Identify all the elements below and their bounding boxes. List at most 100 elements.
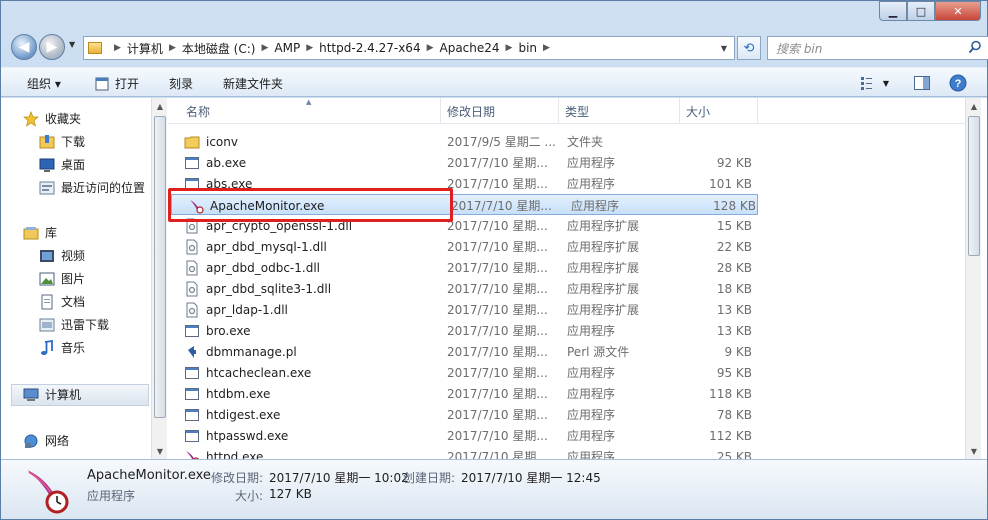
scrollbar-thumb[interactable] [968, 116, 980, 256]
chevron-right-icon[interactable]: ▶ [543, 43, 550, 53]
table-row[interactable]: htdigest.exe 2017/7/10 星期... 应用程序 78 KB [168, 404, 965, 425]
chevron-right-icon[interactable]: ▶ [427, 43, 434, 53]
table-row[interactable]: httpd.exe 2017/7/10 星期... 应用程序 25 KB [168, 446, 965, 459]
nav-videos[interactable]: 视频 [39, 247, 85, 264]
table-row[interactable]: apr_dbd_mysql-1.dll 2017/7/10 星期... 应用程序扩展… [168, 236, 965, 257]
help-button[interactable]: ? [947, 73, 969, 93]
search-placeholder: 搜索 bin [776, 41, 823, 56]
nav-documents[interactable]: 文档 [39, 293, 85, 310]
table-row[interactable]: ApacheMonitor.exe 2017/7/10 星期... 应用程序 128 … [171, 194, 758, 215]
burn-button[interactable]: 刻录 [169, 75, 193, 92]
scroll-down-arrow[interactable]: ▼ [152, 443, 168, 459]
refresh-button[interactable]: ⟲ [737, 36, 761, 60]
breadcrumb: ▶ 计算机 ▶ 本地磁盘 (C:) ▶ AMP ▶ httpd-2.4.27-x… [108, 40, 556, 57]
table-row[interactable]: htcacheclean.exe 2017/7/10 星期... 应用程序 95 KB [168, 362, 965, 383]
breadcrumb-httpd[interactable]: httpd-2.4.27-x64 [319, 41, 420, 55]
table-row[interactable]: apr_dbd_sqlite3-1.dll 2017/7/10 星期... 应用程序… [168, 278, 965, 299]
table-row[interactable]: dbmmanage.pl 2017/7/10 星期... Perl 源文件 9 KB [168, 341, 965, 362]
file-type-cell: Perl 源文件 [567, 345, 630, 359]
column-size[interactable]: 大小 [680, 98, 758, 124]
nav-pictures[interactable]: 图片 [39, 270, 85, 287]
view-options-button[interactable]: ▼ [857, 73, 893, 93]
scroll-down-arrow[interactable]: ▼ [966, 443, 982, 459]
file-size-cell: 15 KB [716, 218, 752, 233]
back-button[interactable]: ◀ [11, 34, 37, 60]
nav-music[interactable]: 音乐 [39, 339, 85, 356]
file-size-cell: 9 KB [724, 344, 752, 359]
breadcrumb-local-disk[interactable]: 本地磁盘 (C:) [182, 40, 256, 57]
command-bar: 组织 ▾ 打开 刻录 新建文件夹 ▼ ? [1, 67, 987, 97]
address-history-dropdown[interactable]: ▼ [714, 37, 734, 59]
nav-downloads[interactable]: 下载 [39, 133, 85, 150]
breadcrumb-apache24[interactable]: Apache24 [440, 41, 500, 55]
details-modified-value: 2017/7/10 星期一 10:02 [269, 471, 409, 485]
nav-network[interactable]: 网络 [23, 432, 69, 449]
column-type[interactable]: 类型 [559, 98, 680, 124]
address-bar[interactable]: ▶ 计算机 ▶ 本地磁盘 (C:) ▶ AMP ▶ httpd-2.4.27-x… [83, 36, 735, 60]
recent-pages-dropdown[interactable]: ▼ [69, 40, 75, 49]
column-name[interactable]: 名称 [180, 98, 441, 124]
nav-recent-places[interactable]: 最近访问的位置 [39, 179, 145, 196]
scrollbar-thumb[interactable] [154, 116, 166, 418]
file-date-cell: 2017/7/10 星期... [447, 450, 548, 459]
table-row[interactable]: apr_crypto_openssl-1.dll 2017/7/10 星期... 应… [168, 215, 965, 236]
column-header-row: ▲ 名称 修改日期 类型 大小 [168, 98, 965, 124]
nav-desktop[interactable]: 桌面 [39, 156, 85, 173]
nav-recent-label: 最近访问的位置 [61, 181, 146, 195]
forward-button[interactable]: ▶ [39, 34, 65, 60]
file-date-cell: 2017/7/10 星期... [447, 345, 548, 359]
navigation-pane-scrollbar[interactable]: ▲ ▼ [151, 98, 167, 459]
file-size-cell: 25 KB [716, 449, 752, 460]
table-row[interactable]: htdbm.exe 2017/7/10 星期... 应用程序 118 KB [168, 383, 965, 404]
open-button[interactable]: 打开 [95, 75, 139, 92]
file-type-cell: 应用程序 [567, 177, 616, 191]
table-row[interactable]: bro.exe 2017/7/10 星期... 应用程序 13 KB [168, 320, 965, 341]
nav-videos-label: 视频 [61, 249, 86, 263]
nav-libraries[interactable]: 库 [23, 224, 57, 241]
table-row[interactable]: ab.exe 2017/7/10 星期... 应用程序 92 KB [168, 152, 965, 173]
scroll-up-arrow[interactable]: ▲ [966, 98, 982, 114]
file-name: ab.exe [206, 155, 247, 170]
details-size-label: 大小: [235, 489, 264, 503]
table-row[interactable]: abs.exe 2017/7/10 星期... 应用程序 101 KB [168, 173, 965, 194]
chevron-right-icon[interactable]: ▶ [306, 43, 313, 53]
new-folder-button[interactable]: 新建文件夹 [223, 75, 283, 92]
file-type-cell: 应用程序 [567, 156, 616, 170]
chevron-right-icon[interactable]: ▶ [506, 43, 513, 53]
table-row[interactable]: apr_ldap-1.dll 2017/7/10 星期... 应用程序扩展 13 KB [168, 299, 965, 320]
file-date-cell: 2017/7/10 星期... [447, 240, 548, 254]
details-modified-label: 修改日期: [211, 471, 264, 485]
nav-thunder-downloads[interactable]: 迅雷下载 [39, 316, 109, 333]
organize-button[interactable]: 组织 ▾ [27, 75, 61, 92]
file-list-scrollbar[interactable]: ▲ ▼ [965, 98, 981, 459]
file-name: bro.exe [206, 323, 251, 338]
video-icon [40, 249, 54, 262]
dll-icon [184, 218, 200, 234]
preview-pane-button[interactable] [911, 73, 933, 93]
table-row[interactable]: apr_dbd_odbc-1.dll 2017/7/10 星期... 应用程序扩展 2… [168, 257, 965, 278]
file-date-cell: 2017/7/10 星期... [447, 324, 548, 338]
chevron-right-icon[interactable]: ▶ [169, 43, 176, 53]
close-button[interactable]: ✕ [935, 1, 981, 21]
breadcrumb-amp[interactable]: AMP [274, 41, 300, 55]
maximize-button[interactable]: □ [907, 1, 935, 21]
search-icon[interactable] [968, 40, 982, 54]
details-size-value: 127 KB [269, 487, 312, 501]
nav-computer[interactable]: 计算机 [23, 386, 81, 403]
file-size-cell: 95 KB [716, 365, 752, 380]
nav-favorites[interactable]: 收藏夹 [23, 110, 81, 127]
table-row[interactable]: htpasswd.exe 2017/7/10 星期... 应用程序 112 KB [168, 425, 965, 446]
caption-buttons: ▁ □ ✕ [879, 1, 981, 21]
dll-icon [184, 281, 200, 297]
table-row[interactable]: iconv 2017/9/5 星期二 ... 文件夹 [168, 131, 965, 152]
minimize-button[interactable]: ▁ [879, 1, 907, 21]
file-type-cell: 应用程序 [567, 408, 616, 422]
breadcrumb-bin[interactable]: bin [518, 41, 537, 55]
file-name: apr_dbd_sqlite3-1.dll [206, 281, 332, 296]
column-date[interactable]: 修改日期 [441, 98, 559, 124]
search-input[interactable]: 搜索 bin [767, 36, 988, 60]
chevron-right-icon[interactable]: ▶ [261, 43, 268, 53]
breadcrumb-computer[interactable]: 计算机 [127, 40, 163, 57]
file-name-cell: apr_dbd_sqlite3-1.dll [184, 278, 440, 299]
scroll-up-arrow[interactable]: ▲ [152, 98, 168, 114]
